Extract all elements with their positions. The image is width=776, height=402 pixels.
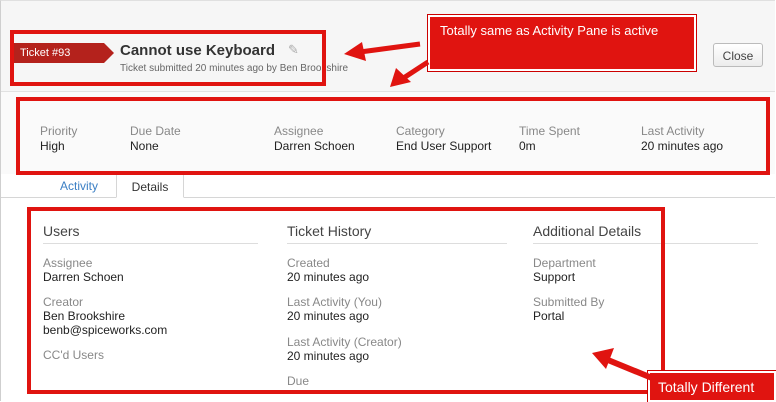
annotation-arrow-down-left (390, 59, 430, 87)
annotation-arrows (344, 41, 654, 381)
annotation-arrow-left (344, 41, 421, 61)
annotation-arrow-bottom (592, 348, 654, 381)
